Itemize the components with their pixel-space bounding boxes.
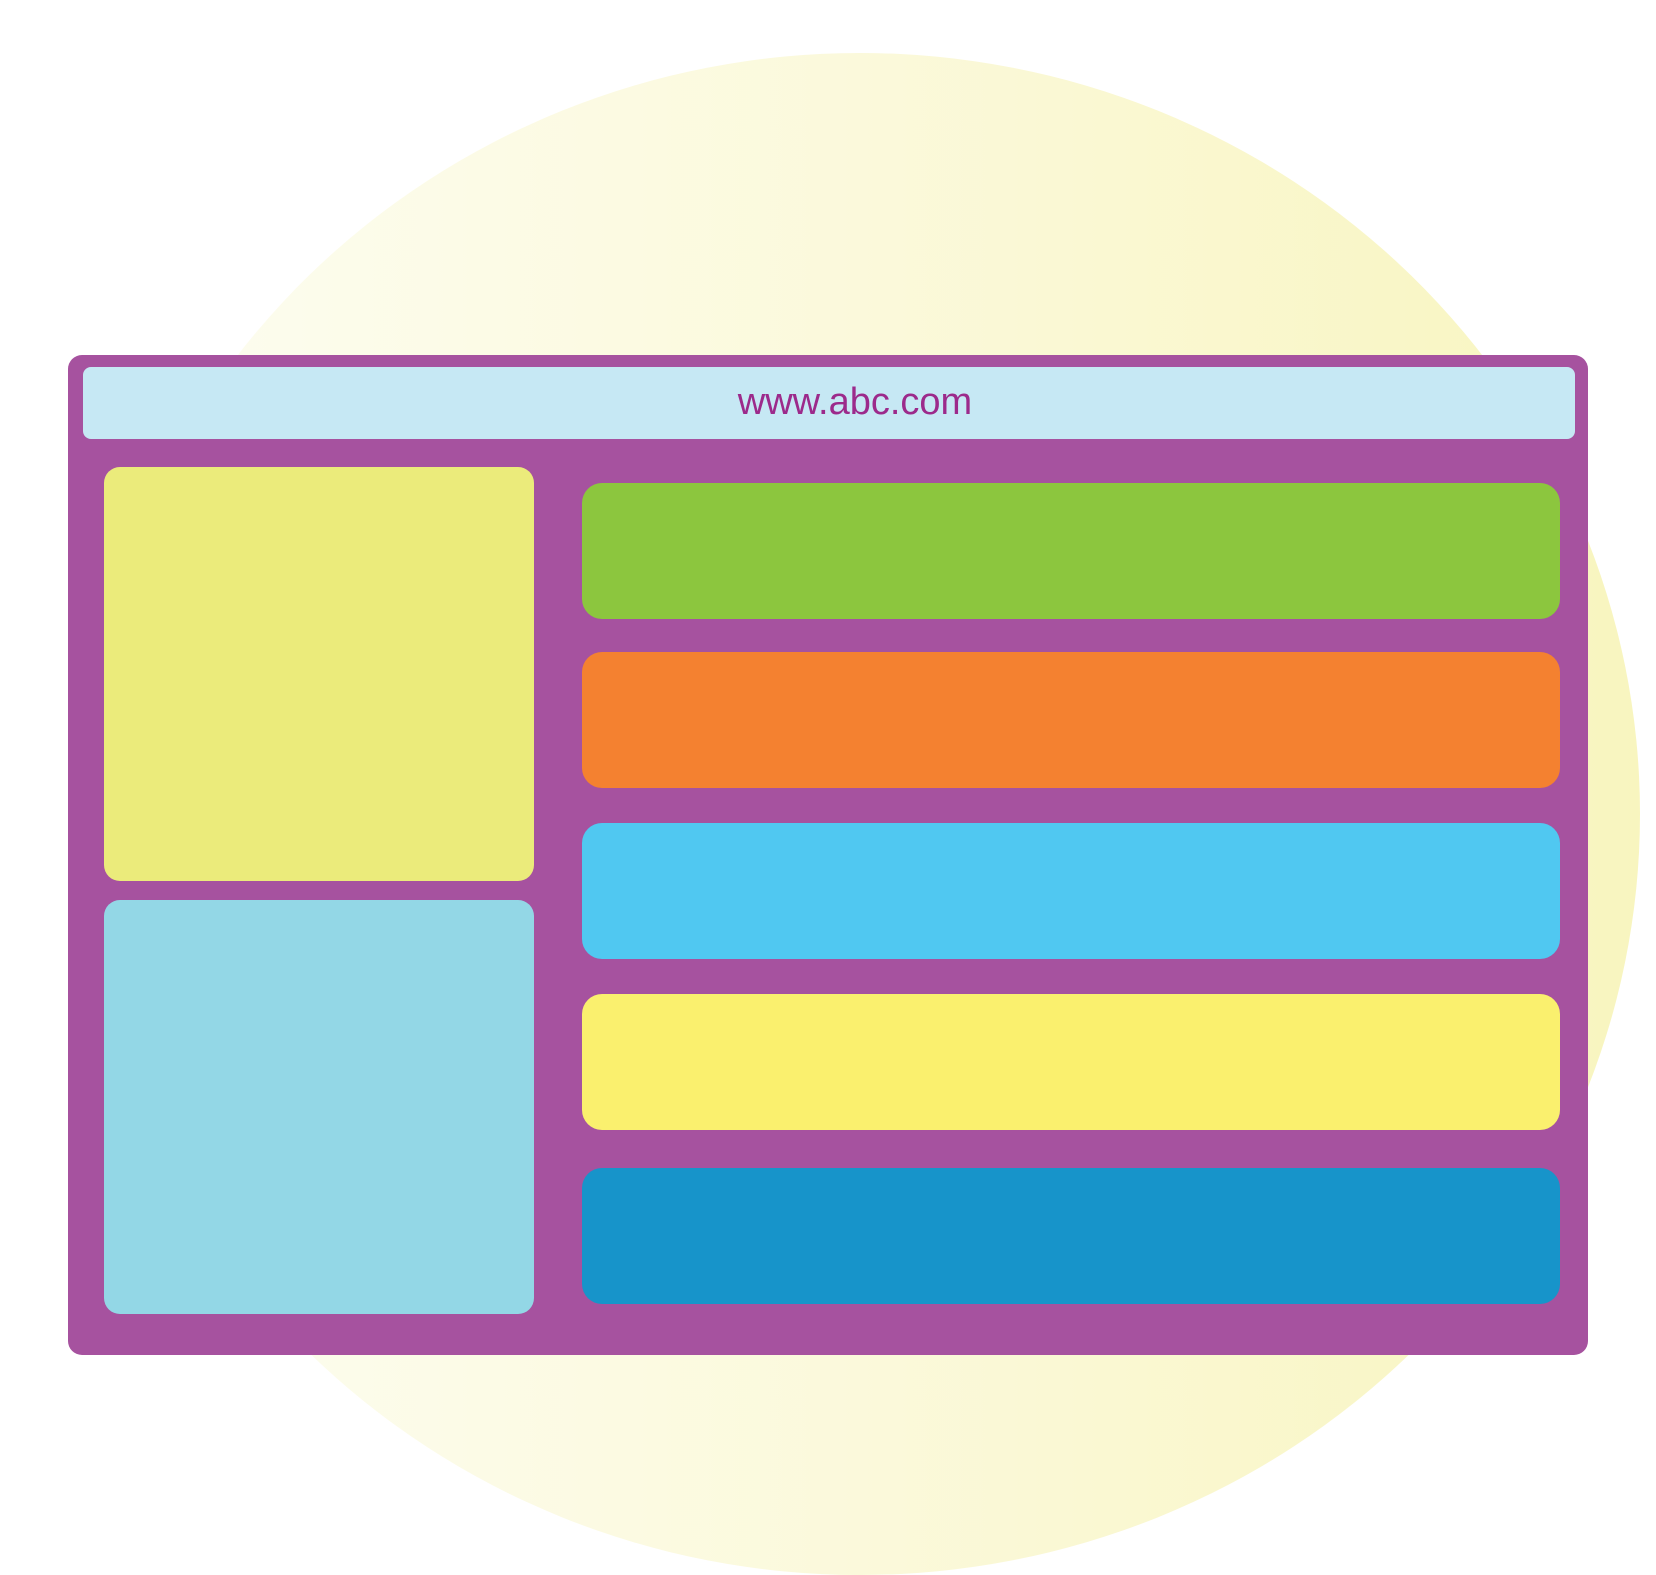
address-url[interactable]: www.abc.com: [83, 380, 1575, 424]
content-bar-5: [582, 1168, 1560, 1304]
content-bar-1: [582, 483, 1560, 619]
content-bar-3: [582, 823, 1560, 959]
address-bar[interactable]: www.abc.com: [83, 367, 1575, 439]
content-bar-4: [582, 994, 1560, 1130]
left-panel-top: [104, 467, 534, 881]
content-bar-2: [582, 652, 1560, 788]
browser-window: www.abc.com: [68, 355, 1588, 1355]
left-panel-bottom: [104, 900, 534, 1314]
